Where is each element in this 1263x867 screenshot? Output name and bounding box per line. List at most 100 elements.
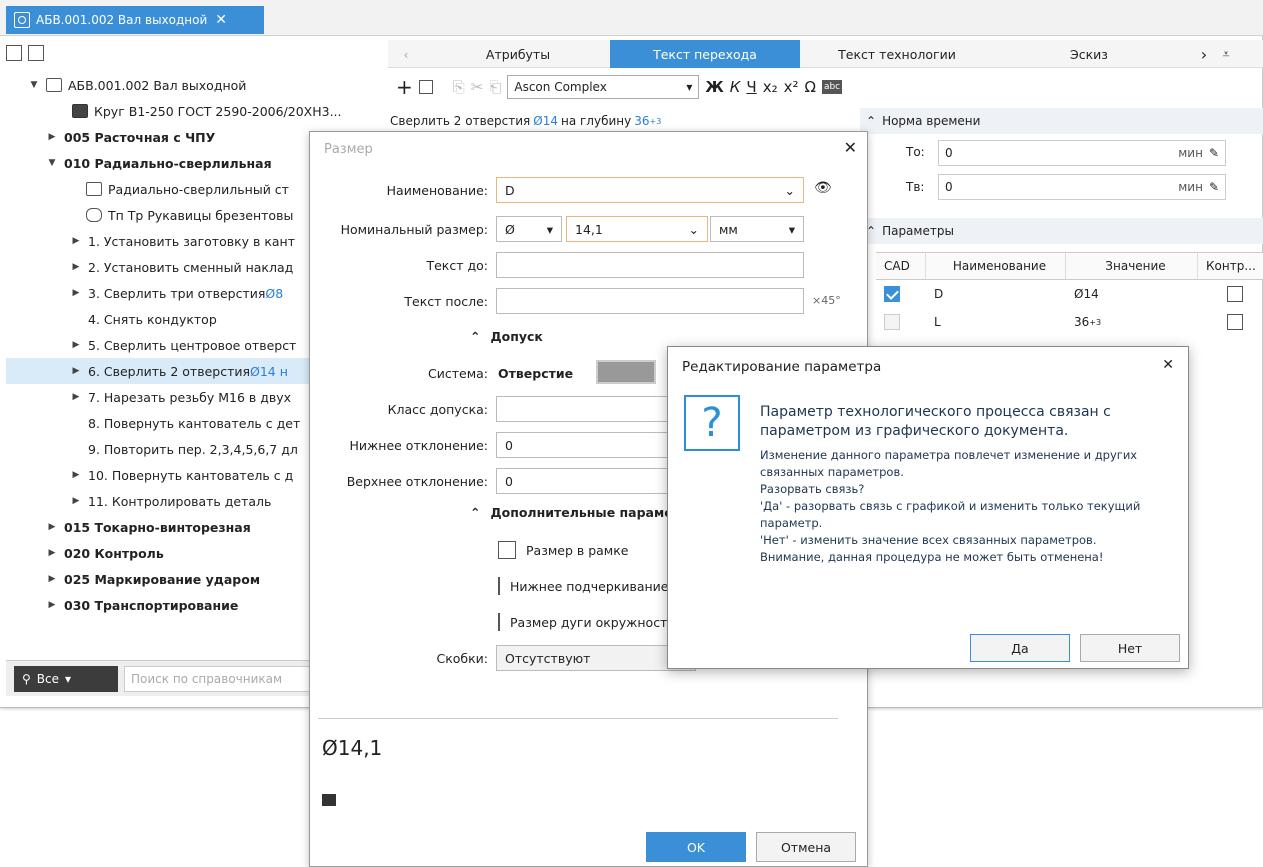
tree-item-material[interactable]: Круг В1-250 ГОСТ 2590-2006/20ХН3... — [6, 98, 386, 124]
tree-root[interactable]: ▼ АБВ.001.002 Вал выходной — [6, 72, 386, 98]
norm-time-header[interactable]: ⌃ Норма времени — [860, 108, 1263, 134]
to-label: То: — [906, 145, 925, 159]
arc-checkbox-row[interactable]: Размер дуги окружности — [498, 613, 668, 631]
expand-all-icon[interactable] — [6, 45, 22, 61]
no-button[interactable]: Нет — [1080, 634, 1180, 662]
tab-attributes[interactable]: Атрибуты — [428, 40, 608, 68]
symbol-select[interactable]: Ø ▾ — [496, 216, 562, 242]
tree-item-label: Круг В1-250 ГОСТ 2590-2006/20ХН3... — [94, 103, 342, 119]
pencil-icon[interactable]: ✎ — [1209, 146, 1219, 160]
font-select[interactable]: Ascon Complex ▾ — [507, 75, 700, 99]
extra-params-label: Дополнительные параметры — [490, 505, 670, 520]
tree-item-label: 020 Контроль — [64, 545, 164, 561]
class-input[interactable] — [496, 396, 696, 422]
nominal-input[interactable]: 14,1 ⌄ — [566, 216, 708, 242]
tree-item-dimension: Ø14 н — [250, 363, 288, 379]
collapse-all-icon[interactable] — [28, 45, 44, 61]
param-value[interactable]: 36 — [1074, 315, 1089, 329]
bold-button[interactable]: Ж — [705, 78, 723, 96]
visibility-icon[interactable]: 👁 — [814, 180, 832, 196]
param-value[interactable]: Ø14 — [1066, 280, 1198, 308]
subscript-button[interactable]: x₂ — [763, 78, 778, 96]
frame-checkbox-row[interactable]: Размер в рамке — [498, 541, 668, 559]
tab-next-icon[interactable]: › — [1194, 40, 1214, 68]
tab-sketch[interactable]: Эскиз — [994, 40, 1184, 68]
unit-select[interactable]: мм ▾ — [710, 216, 804, 242]
extra-params-header[interactable]: ⌃ Дополнительные параметры — [470, 505, 670, 520]
italic-button[interactable]: К — [730, 78, 741, 96]
system-toggle[interactable] — [596, 360, 656, 384]
chevron-right-icon[interactable]: ▶ — [70, 340, 82, 350]
superscript-button[interactable]: x² — [784, 78, 799, 96]
close-icon[interactable]: ✕ — [1162, 357, 1174, 373]
upper-input[interactable]: 0 — [496, 468, 696, 494]
name-select[interactable]: D ⌄ — [496, 177, 804, 203]
close-tab-icon[interactable]: ✕ — [215, 12, 227, 28]
chevron-right-icon[interactable]: ▶ — [46, 548, 58, 558]
cad-checkbox[interactable] — [884, 286, 900, 302]
transition-text-depth[interactable]: 36 — [634, 114, 649, 128]
insert-icon[interactable] — [418, 80, 433, 94]
chamfer-button[interactable]: ×45° — [812, 294, 841, 307]
tab-menu-icon[interactable]: ⩡ — [1218, 40, 1234, 68]
chevron-right-icon[interactable]: ▶ — [70, 470, 82, 480]
text-before-input[interactable] — [496, 252, 804, 278]
add-icon[interactable]: + — [396, 75, 413, 99]
cad-checkbox[interactable] — [884, 314, 900, 330]
spellcheck-button[interactable]: abc — [821, 80, 843, 94]
tab-transition-text[interactable]: Текст перехода — [610, 40, 800, 68]
ok-button[interactable]: OK — [646, 832, 746, 862]
underline-button[interactable]: Ч — [746, 78, 756, 96]
close-icon[interactable]: ✕ — [844, 138, 857, 157]
chevron-right-icon[interactable]: ▶ — [70, 288, 82, 298]
frame-checkbox[interactable] — [498, 541, 516, 559]
underline-checkbox-row[interactable]: Нижнее подчеркивание — [498, 577, 668, 595]
search-scope-button[interactable]: ⚲ Все ▾ — [14, 665, 118, 692]
special-symbol-button[interactable]: Ω — [804, 78, 815, 96]
transition-text[interactable]: Сверлить 2 отверстия Ø14 на глубину 36 +… — [390, 110, 860, 132]
yes-button[interactable]: Да — [970, 634, 1070, 662]
cut-icon[interactable]: ✂ — [471, 78, 484, 96]
chevron-right-icon[interactable]: ▶ — [46, 574, 58, 584]
paste-icon[interactable]: ⎗ — [489, 78, 501, 96]
copy-icon[interactable]: ⎘ — [453, 78, 465, 96]
text-after-input[interactable] — [496, 288, 804, 314]
control-checkbox[interactable] — [1226, 286, 1243, 302]
control-checkbox[interactable] — [1226, 314, 1243, 330]
cancel-button[interactable]: Отмена — [756, 832, 856, 862]
column-value[interactable]: Значение — [1066, 253, 1198, 279]
params-header[interactable]: ⌃ Параметры — [860, 218, 1263, 244]
chevron-right-icon[interactable]: ▶ — [70, 262, 82, 272]
tv-field[interactable]: 0 мин ✎ — [938, 174, 1226, 200]
chevron-right-icon[interactable]: ▶ — [70, 236, 82, 246]
transition-text-diameter[interactable]: Ø14 — [533, 114, 558, 128]
document-tab[interactable]: АБВ.001.002 Вал выходной ✕ — [6, 6, 264, 34]
table-row[interactable]: L 36 +3 — [876, 308, 1263, 336]
tab-prev-icon[interactable]: ‹ — [396, 40, 416, 68]
underline-checkbox-label: Нижнее подчеркивание — [510, 578, 668, 594]
chevron-right-icon[interactable]: ▶ — [70, 392, 82, 402]
arc-checkbox[interactable] — [498, 613, 500, 631]
chevron-right-icon[interactable]: ▶ — [70, 366, 82, 376]
table-row[interactable]: D Ø14 — [876, 280, 1263, 308]
tolerance-header[interactable]: ⌃ Допуск — [470, 329, 543, 344]
to-field[interactable]: 0 мин ✎ — [938, 140, 1226, 166]
comment-icon[interactable] — [322, 794, 336, 806]
underline-checkbox[interactable] — [498, 577, 500, 595]
chevron-right-icon[interactable]: ▶ — [46, 132, 58, 142]
chevron-right-icon[interactable]: ▶ — [46, 522, 58, 532]
column-cad[interactable]: CAD — [876, 253, 926, 279]
pencil-icon[interactable]: ✎ — [1209, 180, 1219, 194]
column-name[interactable]: Наименование — [926, 253, 1066, 279]
lower-input[interactable]: 0 — [496, 432, 696, 458]
chevron-down-icon[interactable]: ▼ — [46, 158, 58, 168]
chevron-down-icon[interactable]: ▼ — [28, 80, 40, 90]
brackets-select[interactable]: Отсутствуют — [496, 645, 696, 671]
tab-technology-text[interactable]: Текст технологии — [802, 40, 992, 68]
chevron-right-icon[interactable]: ▶ — [70, 496, 82, 506]
tree-item-label: 8. Повернуть кантователь с дет — [88, 415, 301, 431]
column-control[interactable]: Контр... — [1198, 253, 1263, 279]
chevron-right-icon[interactable]: ▶ — [46, 600, 58, 610]
format-toolbar: + ⎘ ✂ ⎗ Ascon Complex ▾ Ж К Ч x₂ x² Ω ab… — [388, 70, 1263, 104]
upper-value: 0 — [505, 473, 513, 489]
